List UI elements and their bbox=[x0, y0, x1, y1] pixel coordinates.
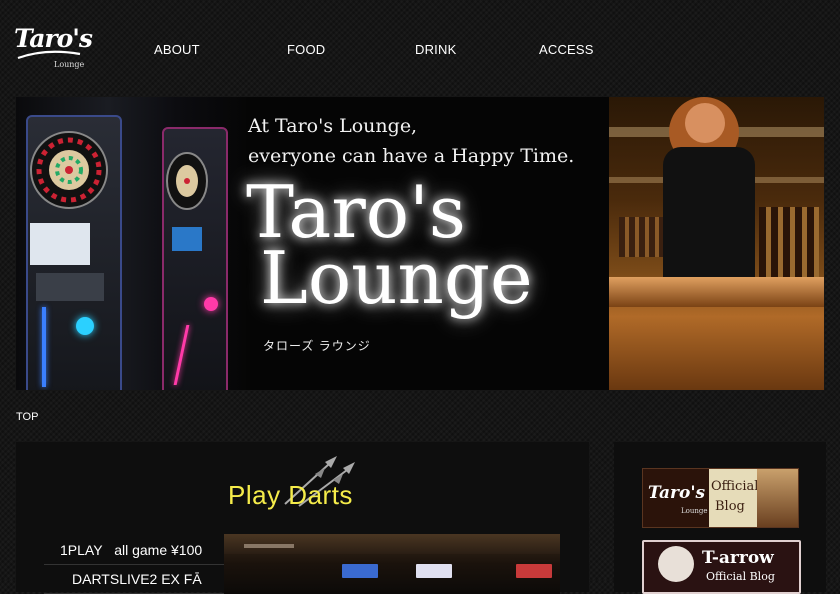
site-header: Taro's Lounge ABOUT FOOD DRINK ACCESS bbox=[0, 0, 840, 95]
price-list: 1PLAY all game ¥100 DARTSLIVE2 EX FĀ bbox=[44, 536, 224, 594]
dartboard-icon bbox=[30, 131, 108, 209]
hero-banner: At Taro's Lounge, everyone can have a Ha… bbox=[16, 97, 824, 390]
tagline-line-2: everyone can have a Happy Time. bbox=[248, 145, 575, 167]
price-item: 1PLAY all game ¥100 bbox=[44, 536, 224, 565]
darts-venue-photo bbox=[224, 534, 560, 594]
t-arrow-emblem-icon bbox=[658, 546, 694, 582]
hero-kana: タローズ ラウンジ bbox=[263, 339, 371, 353]
nav-food[interactable]: FOOD bbox=[287, 42, 325, 57]
banner-logo-sub: Lounge bbox=[681, 507, 708, 515]
banner-label-line-2: Blog bbox=[715, 499, 745, 514]
tagline-line-1: At Taro's Lounge, bbox=[248, 115, 418, 137]
main-content-panel: Play Darts 1PLAY all game ¥100 DARTSLIVE… bbox=[16, 442, 589, 594]
banner-subtitle: Official Blog bbox=[706, 570, 775, 583]
t-arrow-blog-banner[interactable]: T-arrow Official Blog bbox=[642, 540, 801, 594]
hero-tagline: At Taro's Lounge, everyone can have a Ha… bbox=[248, 111, 574, 171]
bartender-image bbox=[609, 97, 824, 390]
breadcrumb-top[interactable]: TOP bbox=[16, 411, 38, 423]
nav-about[interactable]: ABOUT bbox=[154, 42, 200, 57]
hero-title: Taro's Lounge bbox=[246, 176, 533, 320]
banner-label-line-1: Official bbox=[711, 479, 759, 494]
nav-drink[interactable]: DRINK bbox=[415, 42, 456, 57]
logo-subtext: Lounge bbox=[54, 60, 85, 69]
banner-logo-text: Taro's bbox=[648, 483, 706, 503]
nav-access[interactable]: ACCESS bbox=[539, 42, 594, 57]
official-blog-banner[interactable]: Taro's Lounge Official Blog bbox=[642, 468, 799, 528]
site-logo[interactable]: Taro's Lounge bbox=[14, 24, 93, 72]
logo-swoosh-icon bbox=[17, 50, 81, 60]
banner-person-image bbox=[757, 469, 798, 527]
logo-text: Taro's bbox=[14, 24, 93, 53]
dartboard-icon bbox=[166, 152, 208, 210]
section-title: Play Darts bbox=[228, 480, 353, 510]
banner-title: T-arrow bbox=[702, 548, 774, 568]
sidebar-panel: Taro's Lounge Official Blog T-arrow Offi… bbox=[614, 442, 826, 594]
hero-title-line-2: Lounge bbox=[260, 236, 533, 320]
dart-machines-image bbox=[16, 97, 246, 390]
